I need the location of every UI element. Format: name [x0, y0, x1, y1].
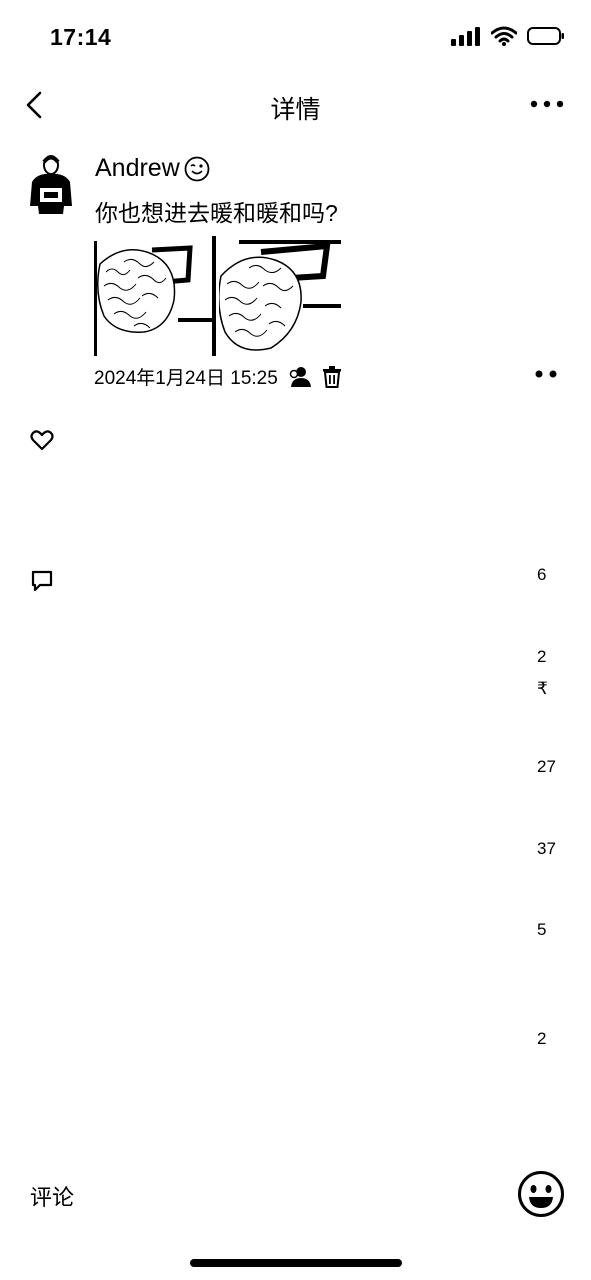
- heart-icon: [30, 430, 54, 451]
- wifi-icon: [491, 26, 517, 46]
- comment-side-value: 6: [537, 565, 547, 584]
- comment-input[interactable]: 评论: [30, 1180, 74, 1212]
- status-icons: [451, 26, 565, 46]
- post-meta: 2024年1月24日 15:25: [94, 363, 342, 390]
- comment-side-value: 2: [537, 1029, 547, 1048]
- comment-side-value: 27: [537, 757, 556, 776]
- more-icon[interactable]: [529, 94, 565, 114]
- battery-icon: [527, 27, 564, 45]
- post-photo[interactable]: [94, 236, 216, 356]
- home-indicator: [190, 1259, 402, 1267]
- post-photo[interactable]: [219, 236, 341, 356]
- status-time: 17:14: [50, 24, 112, 50]
- smile-emoji-icon[interactable]: [517, 1170, 565, 1218]
- author-row: Andrew: [95, 154, 210, 183]
- comment-side-value: 2: [537, 647, 547, 666]
- page-title: 详情: [270, 96, 321, 124]
- post-timestamp: 2024年1月24日 15:25: [94, 368, 278, 389]
- signal-icon: [451, 27, 480, 46]
- comment-side-value: 5: [537, 920, 547, 939]
- comment-icon: [31, 570, 53, 592]
- friends-icon[interactable]: [288, 366, 312, 388]
- comment-side-value: ₹: [537, 679, 548, 698]
- status-bar: 17:14: [0, 0, 591, 80]
- post-actions-icon[interactable]: [533, 366, 559, 382]
- photo-grid: [94, 236, 341, 356]
- wink-emoji-icon: [184, 156, 210, 181]
- avatar[interactable]: [26, 152, 76, 218]
- author-name[interactable]: Andrew: [95, 154, 180, 183]
- delete-icon[interactable]: [322, 365, 342, 388]
- post-text: 你也想进去暖和暖和吗?: [95, 200, 338, 226]
- nav-bar: 详情: [0, 80, 591, 130]
- comment-side-value: 37: [537, 839, 556, 858]
